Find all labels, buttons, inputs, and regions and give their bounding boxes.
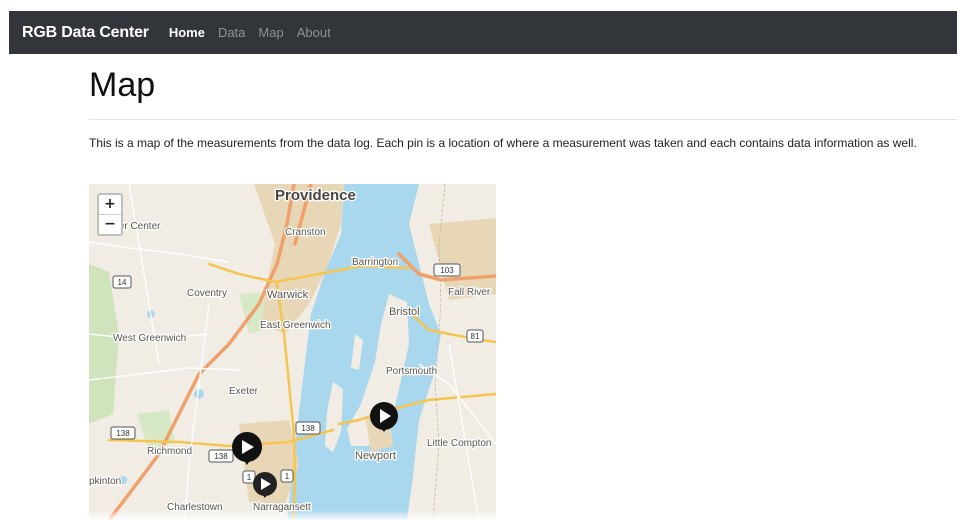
place-label: Newport bbox=[355, 450, 396, 462]
nav-link-home[interactable]: Home bbox=[169, 25, 205, 40]
place-label: pkinton bbox=[89, 476, 121, 487]
route-shield-label: 138 bbox=[301, 424, 315, 433]
place-label: Bristol bbox=[389, 306, 420, 318]
brand[interactable]: RGB Data Center bbox=[22, 24, 149, 42]
place-label: Fall River bbox=[448, 287, 491, 298]
zoom-in-button[interactable]: + bbox=[99, 195, 121, 214]
route-shield-label: 103 bbox=[440, 266, 454, 275]
map-view[interactable]: 103 14 81 138 138 138 1 1 Providence Cra… bbox=[89, 184, 496, 520]
place-label: Little Compton bbox=[427, 438, 491, 449]
route-shield-label: 138 bbox=[214, 452, 228, 461]
zoom-control: + − bbox=[97, 193, 123, 236]
place-label: Exeter bbox=[229, 386, 259, 397]
navbar: RGB Data Center Home Data Map About bbox=[9, 11, 957, 54]
place-label: Warwick bbox=[267, 289, 309, 301]
place-label: East Greenwich bbox=[260, 320, 331, 331]
nav-link-data[interactable]: Data bbox=[218, 25, 245, 40]
intro-text: This is a map of the measurements from t… bbox=[89, 136, 917, 150]
nav-link-about[interactable]: About bbox=[297, 25, 331, 40]
place-label: Barrington bbox=[352, 257, 398, 268]
place-label: Portsmouth bbox=[386, 366, 437, 377]
route-shield-label: 1 bbox=[247, 473, 252, 482]
page-title: Map bbox=[89, 66, 156, 104]
nav-link-map[interactable]: Map bbox=[258, 25, 283, 40]
zoom-out-button[interactable]: − bbox=[99, 214, 121, 234]
place-label: Providence bbox=[275, 187, 356, 204]
route-shield-label: 81 bbox=[471, 332, 480, 341]
place-label: Richmond bbox=[147, 446, 192, 457]
place-label: Coventry bbox=[187, 288, 227, 299]
title-divider bbox=[89, 119, 957, 120]
place-label: West Greenwich bbox=[113, 333, 186, 344]
map-tiles[interactable]: 103 14 81 138 138 138 1 1 Providence Cra… bbox=[89, 184, 496, 520]
place-label: Cranston bbox=[285, 227, 326, 238]
bottom-fade bbox=[0, 510, 957, 520]
route-shield-label: 1 bbox=[285, 472, 290, 481]
route-shield-label: 138 bbox=[116, 429, 130, 438]
route-shield-label: 14 bbox=[118, 278, 127, 287]
